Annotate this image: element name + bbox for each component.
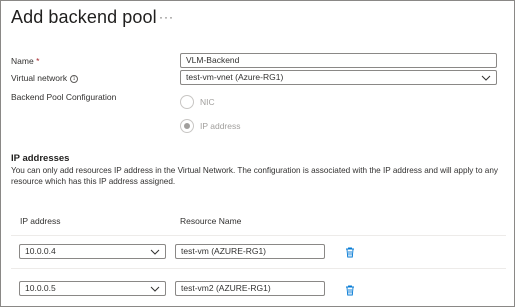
- column-header-ip: IP address: [20, 216, 61, 226]
- radio-ip-address[interactable]: IP address: [180, 119, 240, 133]
- chevron-down-icon: [150, 286, 160, 292]
- page-title: Add backend pool: [11, 7, 157, 27]
- ip-select-row-2[interactable]: 10.0.0.5: [19, 281, 166, 296]
- chevron-down-icon: [481, 75, 491, 81]
- vnet-label: Virtual network i: [11, 73, 79, 83]
- ip-select-row-1[interactable]: 10.0.0.4: [19, 244, 166, 259]
- ip-addresses-description: You can only add resources IP address in…: [11, 166, 498, 186]
- name-label: Name *: [11, 56, 39, 66]
- required-marker: *: [36, 56, 40, 66]
- vnet-select-value: test-vm-vnet (Azure-RG1): [186, 72, 284, 82]
- radio-nic-label: NIC: [200, 97, 215, 107]
- vnet-label-text: Virtual network: [11, 73, 68, 83]
- info-icon[interactable]: i: [70, 74, 79, 83]
- trash-icon[interactable]: [345, 247, 355, 258]
- row-divider: [11, 268, 506, 269]
- name-label-text: Name: [11, 56, 34, 66]
- radio-nic[interactable]: NIC: [180, 95, 215, 109]
- row-divider: [11, 235, 506, 236]
- column-header-resource: Resource Name: [180, 216, 242, 226]
- radio-ip-address-circle[interactable]: [180, 119, 194, 133]
- ip-addresses-heading: IP addresses: [11, 153, 70, 164]
- name-input[interactable]: VLM-Backend: [180, 53, 497, 68]
- trash-icon[interactable]: [345, 285, 355, 296]
- vnet-select[interactable]: test-vm-vnet (Azure-RG1): [180, 70, 497, 85]
- radio-ip-address-label: IP address: [200, 121, 241, 131]
- ip-value-row-2: 10.0.0.5: [25, 283, 56, 293]
- pool-config-label: Backend Pool Configuration: [11, 92, 117, 102]
- resource-name-row-2[interactable]: test-vm2 (AZURE-RG1): [175, 281, 325, 296]
- resource-name-row-1[interactable]: test-vm (AZURE-RG1): [175, 244, 325, 259]
- ip-value-row-1: 10.0.0.4: [25, 246, 56, 256]
- more-options-icon[interactable]: ···: [159, 10, 174, 24]
- radio-nic-circle[interactable]: [180, 95, 194, 109]
- add-backend-pool-panel: Add backend pool ··· Name * VLM-Backend …: [0, 0, 515, 307]
- chevron-down-icon: [150, 249, 160, 255]
